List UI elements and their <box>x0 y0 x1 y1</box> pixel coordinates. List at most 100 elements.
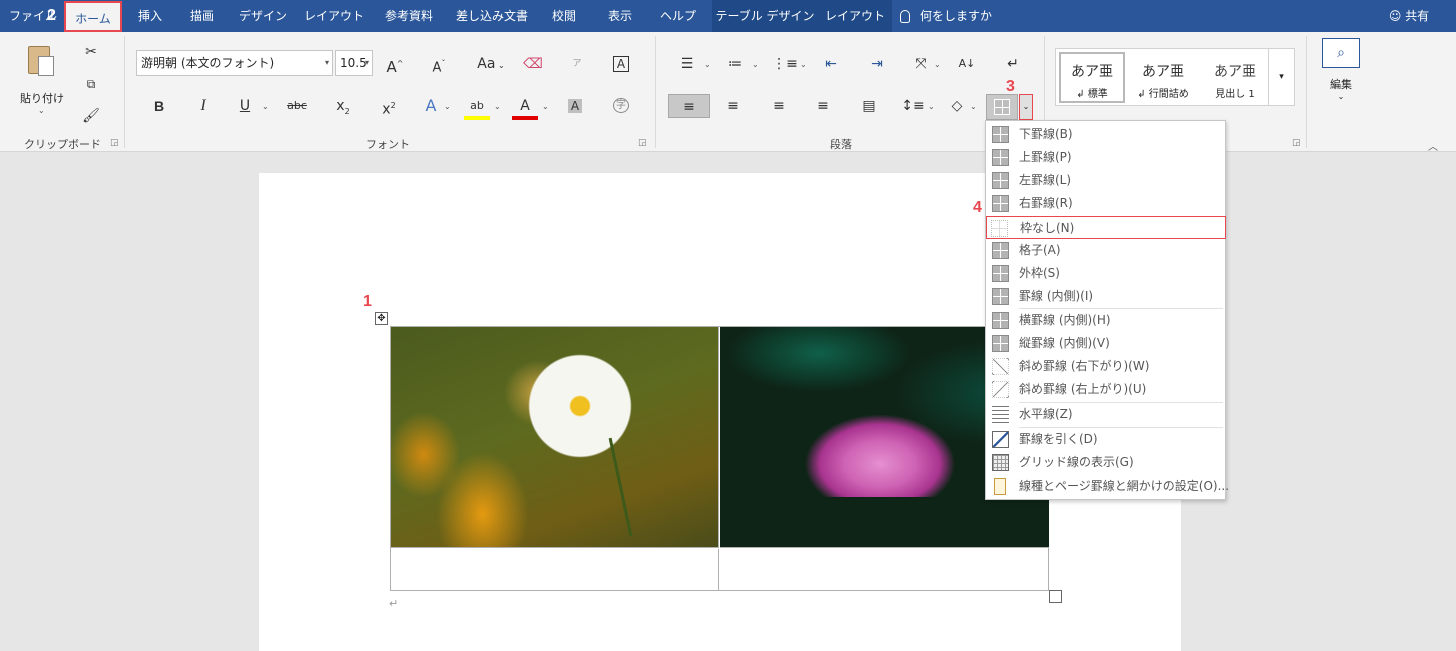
borders-menu-item[interactable]: 左罫線(L) <box>988 169 1224 192</box>
tab-design[interactable]: デザイン <box>234 0 292 32</box>
tab-layout[interactable]: レイアウト <box>302 0 366 32</box>
enclose-characters-button[interactable]: 字 <box>608 94 634 118</box>
borders-menu-item-label: 斜め罫線 (右上がり)(U) <box>1019 382 1147 396</box>
borders-dropdown-button[interactable]: ⌄ <box>1019 94 1033 120</box>
style-name: ↲ 行間詰め <box>1137 89 1189 100</box>
clipboard-launcher-icon[interactable]: ◲ <box>110 138 119 148</box>
sort-icon[interactable]: A↓ <box>954 52 980 76</box>
distributed-icon[interactable]: ▤ <box>856 94 882 118</box>
chevron-down-icon[interactable]: ⌄ <box>752 60 759 69</box>
style-item-no-spacing[interactable]: あア亜 ↲ 行間詰め <box>1130 52 1196 103</box>
tell-me-box[interactable]: 何をしますか <box>900 0 1000 32</box>
shading-icon[interactable]: ◇ <box>944 94 970 118</box>
tab-review[interactable]: 校閲 <box>544 0 584 32</box>
font-size-combo[interactable]: 10.5 ▾ <box>335 50 373 76</box>
multilevel-list-icon[interactable]: ⋮≡ <box>772 52 798 76</box>
text-effects-button[interactable]: A <box>418 94 444 118</box>
chevron-down-icon[interactable]: ⌄ <box>800 60 807 69</box>
chevron-down-icon[interactable]: ⌄ <box>970 102 977 111</box>
line-spacing-icon[interactable]: ↕≡ <box>900 94 926 118</box>
character-shading-button[interactable]: A <box>562 94 588 118</box>
font-launcher-icon[interactable]: ◲ <box>638 138 647 148</box>
phonetic-guide-icon[interactable]: ア <box>564 52 590 76</box>
borders-menu-item-label: グリッド線の表示(G) <box>1019 455 1134 469</box>
borders-menu-item[interactable]: 横罫線 (内側)(H) <box>988 309 1224 332</box>
chevron-down-icon[interactable]: ⌄ <box>262 102 269 111</box>
borders-menu-item[interactable]: 右罫線(R) <box>988 192 1224 215</box>
tab-mailings[interactable]: 差し込み文書 <box>452 0 532 32</box>
superscript-button[interactable]: x2 <box>376 94 402 118</box>
borders-menu-item[interactable]: グリッド線の表示(G) <box>988 451 1224 474</box>
share-button[interactable]: ☺ 共有 <box>1384 0 1434 32</box>
grow-font-icon[interactable]: A^ <box>382 52 408 76</box>
numbering-icon[interactable]: ≔ <box>722 52 748 76</box>
sort-direction-icon[interactable]: ⤧ <box>908 52 934 76</box>
align-center-button[interactable]: ≡ <box>720 94 746 118</box>
tab-help[interactable]: ヘルプ <box>652 0 704 32</box>
table-cell[interactable] <box>391 549 719 590</box>
styles-more-button[interactable]: ▾ <box>1268 48 1295 106</box>
borders-menu-item[interactable]: 上罫線(P) <box>988 146 1224 169</box>
font-name-combo[interactable]: 游明朝 (本文のフォント) ▾ <box>136 50 333 76</box>
show-marks-icon[interactable]: ↵ <box>1000 52 1026 76</box>
collapse-ribbon-icon[interactable]: ︿ <box>1428 138 1438 153</box>
italic-button[interactable]: I <box>190 94 216 118</box>
borders-menu-item[interactable]: 枠なし(N) <box>986 216 1226 239</box>
copy-icon[interactable]: ⧉ <box>78 72 104 96</box>
tab-home[interactable]: ホーム <box>64 1 122 32</box>
tab-view[interactable]: 表示 <box>600 0 640 32</box>
borders-menu-item[interactable]: 外枠(S) <box>988 262 1224 285</box>
justify-button[interactable]: ≡ <box>810 94 836 118</box>
tab-insert[interactable]: 挿入 <box>130 0 170 32</box>
document-area[interactable]: ✥ ↵ 1 <box>0 152 1456 651</box>
tab-references[interactable]: 参考資料 <box>378 0 440 32</box>
chevron-down-icon[interactable]: ⌄ <box>704 60 711 69</box>
tab-table-design[interactable]: テーブル デザイン <box>712 0 818 32</box>
table-cell[interactable] <box>720 549 1049 590</box>
chevron-down-icon[interactable]: ⌄ <box>444 102 451 111</box>
bold-button[interactable]: B <box>146 94 172 118</box>
borders-menu-item[interactable]: 斜め罫線 (右上がり)(U) <box>988 378 1224 401</box>
tab-draw[interactable]: 描画 <box>182 0 222 32</box>
change-case-button[interactable]: Aa ⌄ <box>474 52 508 76</box>
increase-indent-icon[interactable]: ⇥ <box>864 52 890 76</box>
borders-menu-item[interactable]: 水平線(Z) <box>988 403 1224 426</box>
chevron-down-icon[interactable]: ⌄ <box>494 102 501 111</box>
strikethrough-button[interactable]: abc <box>284 94 310 118</box>
bullets-icon[interactable]: ☰ <box>674 52 700 76</box>
editing-button[interactable]: ⌕ 編集 ⌄ <box>1320 38 1362 104</box>
chevron-down-icon[interactable]: ⌄ <box>934 60 941 69</box>
table-resize-handle[interactable] <box>1049 590 1062 603</box>
borders-menu-item[interactable]: 線種とページ罫線と網かけの設定(O)... <box>988 475 1229 498</box>
font-color-button[interactable]: A <box>512 94 538 120</box>
style-item-heading1[interactable]: あア亜 見出し 1 <box>1200 52 1270 103</box>
borders-menu-item[interactable]: 斜め罫線 (右下がり)(W) <box>988 355 1224 378</box>
cut-icon[interactable]: ✂ <box>78 40 104 64</box>
borders-menu-item[interactable]: 下罫線(B) <box>988 123 1224 146</box>
highlight-button[interactable]: ab <box>464 94 490 120</box>
underline-button[interactable]: U <box>232 94 258 118</box>
chevron-down-icon[interactable]: ⌄ <box>542 102 549 111</box>
borders-button[interactable] <box>986 94 1018 120</box>
paragraph-launcher-icon[interactable]: ◲ <box>1292 138 1301 148</box>
table-move-handle[interactable]: ✥ <box>375 312 388 325</box>
character-border-icon[interactable]: A <box>608 52 634 76</box>
decrease-indent-icon[interactable]: ⇤ <box>818 52 844 76</box>
borders-menu-item[interactable]: 罫線 (内側)(I) <box>988 285 1224 308</box>
tab-table-layout[interactable]: レイアウト <box>818 0 892 32</box>
clear-formatting-icon[interactable]: ⌫ <box>520 52 546 76</box>
align-right-button[interactable]: ≡ <box>766 94 792 118</box>
borders-menu-item[interactable]: 縦罫線 (内側)(V) <box>988 332 1224 355</box>
borders-menu-item[interactable]: 罫線を引く(D) <box>988 428 1224 451</box>
style-item-normal[interactable]: あア亜 ↲ 標準 <box>1059 52 1125 103</box>
table-cell[interactable] <box>391 327 719 548</box>
chevron-down-icon[interactable]: ⌄ <box>928 102 935 111</box>
table[interactable] <box>390 326 1049 591</box>
paste-button[interactable]: 貼り付け ⌄ <box>16 40 64 120</box>
borders-menu-item[interactable]: 格子(A) <box>988 239 1224 262</box>
shrink-font-icon[interactable]: Aˇ <box>426 52 452 76</box>
horizontal-line-icon <box>992 406 1009 423</box>
align-left-button[interactable]: ≡ <box>668 94 710 118</box>
format-painter-icon[interactable]: 🖌 <box>78 104 104 128</box>
subscript-button[interactable]: x2 <box>330 94 356 118</box>
